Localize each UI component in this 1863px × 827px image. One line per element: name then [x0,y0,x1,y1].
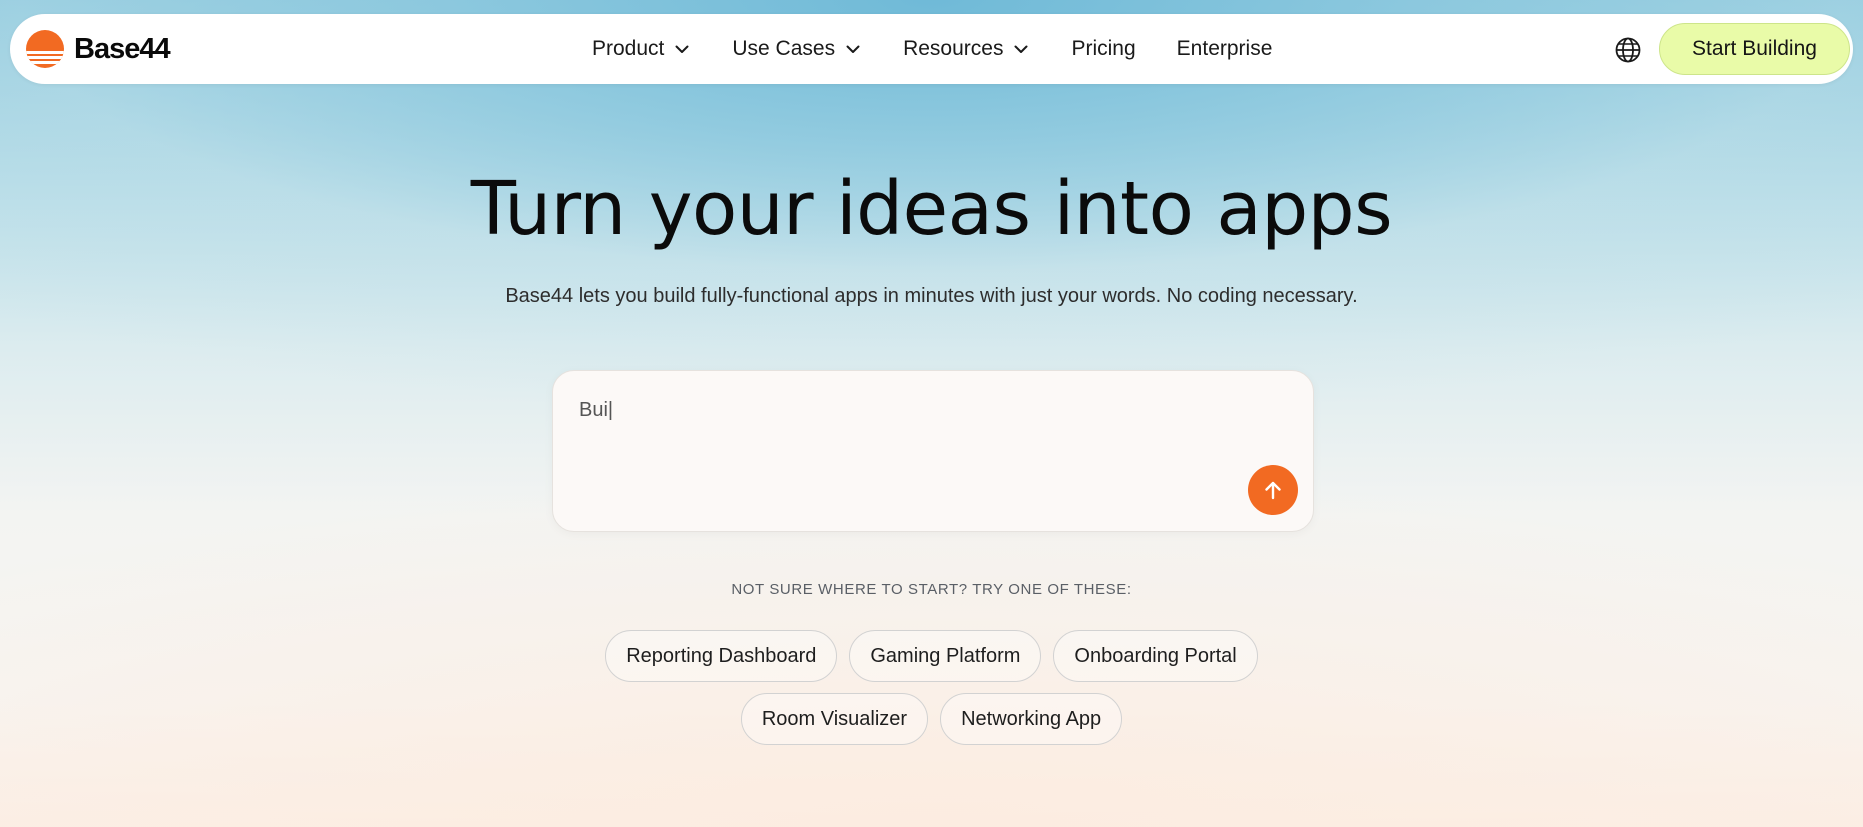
chevron-down-icon [1014,45,1028,53]
main-nav: Product Use Cases Resources Pricing Ente… [592,14,1313,84]
suggestion-chip[interactable]: Room Visualizer [740,693,929,745]
suggestion-chip[interactable]: Reporting Dashboard [605,630,838,682]
sunset-logo-icon [26,30,64,68]
nav-product[interactable]: Product [592,37,690,61]
suggestion-chips-row: Reporting Dashboard Gaming Platform Onbo… [0,630,1863,682]
prompt-input[interactable] [579,395,1259,425]
top-navbar: Base44 Product Use Cases Resources Prici… [10,14,1853,84]
nav-enterprise[interactable]: Enterprise [1177,37,1273,61]
suggestions-label: NOT SURE WHERE TO START? TRY ONE OF THES… [731,581,1132,598]
nav-pricing[interactable]: Pricing [1071,37,1135,61]
nav-resources-label: Resources [903,37,1004,60]
nav-resources[interactable]: Resources [903,37,1029,61]
globe-icon[interactable] [1614,36,1642,64]
nav-pricing-label: Pricing [1071,37,1136,60]
submit-prompt-button[interactable] [1248,465,1298,515]
hero-title: Turn your ideas into apps [470,166,1393,252]
nav-enterprise-label: Enterprise [1176,37,1273,60]
nav-product-label: Product [592,37,665,60]
chevron-down-icon [675,45,689,53]
suggestion-chips-row: Room Visualizer Networking App [0,693,1863,745]
brand-name: Base44 [74,32,171,65]
start-building-button[interactable]: Start Building [1659,23,1850,75]
arrow-up-icon [1265,481,1281,500]
nav-use-cases[interactable]: Use Cases [732,37,861,61]
prompt-box [552,370,1314,532]
suggestion-chip[interactable]: Onboarding Portal [1053,630,1258,682]
hero-subtitle: Base44 lets you build fully-functional a… [505,285,1358,307]
chevron-down-icon [846,45,860,53]
nav-use-cases-label: Use Cases [732,37,836,60]
suggestion-chip[interactable]: Networking App [940,693,1123,745]
suggestion-chip[interactable]: Gaming Platform [849,630,1042,682]
brand-logo[interactable]: Base44 [26,30,171,68]
